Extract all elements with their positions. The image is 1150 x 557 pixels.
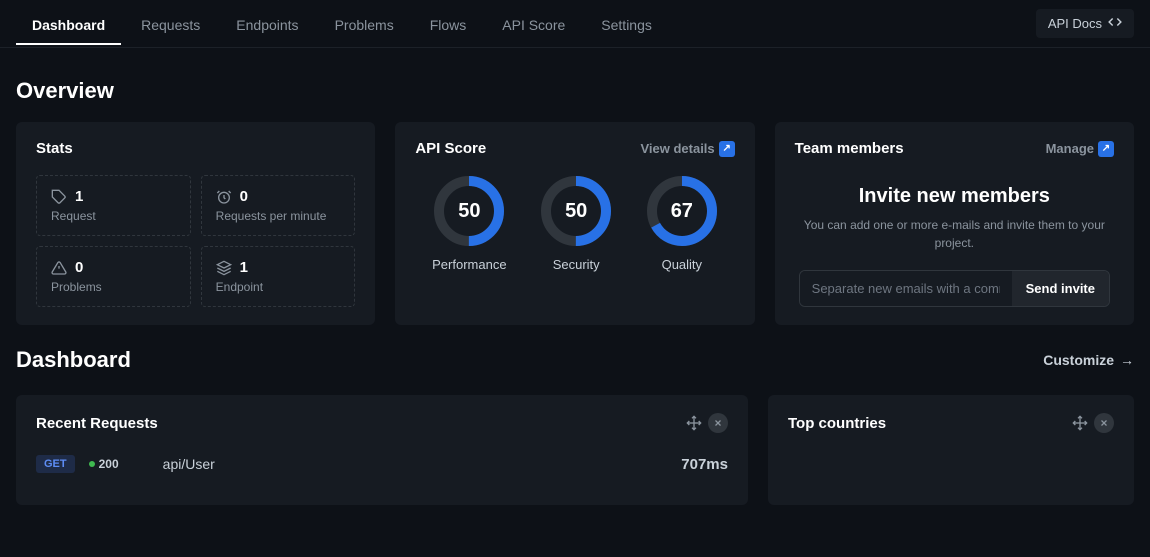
- status-dot-icon: [89, 461, 95, 467]
- score-performance: 50 Performance: [432, 175, 506, 272]
- stat-label: Request: [51, 209, 176, 223]
- manage-link[interactable]: Manage ↗: [1046, 141, 1114, 157]
- invite-email-input[interactable]: [800, 271, 1012, 306]
- arrow-right-icon: →: [1120, 352, 1134, 368]
- nav-tab-problems[interactable]: Problems: [319, 3, 410, 45]
- timer-icon: [216, 189, 232, 205]
- stat-value: 0: [75, 259, 83, 276]
- stat-problems[interactable]: 0 Problems: [36, 246, 191, 307]
- score-security: 50 Security: [540, 175, 612, 272]
- api-score-card: API Score View details ↗ 50 Performance …: [395, 122, 754, 325]
- nav-tab-endpoints[interactable]: Endpoints: [220, 3, 314, 45]
- customize-link[interactable]: Customize →: [1043, 352, 1134, 368]
- method-badge: GET: [36, 455, 75, 473]
- score-value: 67: [646, 175, 718, 247]
- top-countries-widget: Top countries: [768, 395, 1134, 505]
- score-value: 50: [433, 175, 505, 247]
- nav-bar: DashboardRequestsEndpointsProblemsFlowsA…: [0, 0, 1150, 48]
- manage-label: Manage: [1046, 141, 1094, 156]
- score-value: 50: [540, 175, 612, 247]
- request-time: 707ms: [681, 456, 728, 473]
- request-path: api/User: [163, 456, 668, 472]
- api-docs-button[interactable]: API Docs: [1036, 9, 1134, 38]
- stat-request[interactable]: 1 Request: [36, 175, 191, 236]
- view-details-link[interactable]: View details ↗: [640, 141, 734, 157]
- stat-value: 1: [75, 188, 83, 205]
- stat-label: Endpoint: [216, 280, 341, 294]
- top-countries-title: Top countries: [788, 415, 886, 432]
- close-icon[interactable]: [708, 413, 728, 433]
- warning-icon: [51, 260, 67, 276]
- score-quality: 67 Quality: [646, 175, 718, 272]
- close-icon[interactable]: [1094, 413, 1114, 433]
- tag-icon: [51, 189, 67, 205]
- stat-label: Requests per minute: [216, 209, 341, 223]
- stat-requests-per-minute[interactable]: 0 Requests per minute: [201, 175, 356, 236]
- status-badge: 200: [89, 457, 119, 471]
- nav-tabs: DashboardRequestsEndpointsProblemsFlowsA…: [16, 3, 668, 45]
- recent-requests-title: Recent Requests: [36, 415, 158, 432]
- move-icon[interactable]: [686, 415, 702, 431]
- api-score-title: API Score: [415, 140, 486, 157]
- invite-title: Invite new members: [799, 185, 1110, 208]
- stat-value: 1: [240, 259, 248, 276]
- layers-icon: [216, 260, 232, 276]
- score-label: Quality: [662, 257, 702, 272]
- nav-tab-api-score[interactable]: API Score: [486, 3, 581, 45]
- api-docs-label: API Docs: [1048, 16, 1102, 31]
- score-label: Security: [553, 257, 600, 272]
- stats-title: Stats: [36, 140, 73, 157]
- send-invite-button[interactable]: Send invite: [1012, 271, 1109, 306]
- code-icon: [1108, 15, 1122, 32]
- score-label: Performance: [432, 257, 506, 272]
- invite-subtitle: You can add one or more e-mails and invi…: [799, 216, 1110, 252]
- external-link-icon: ↗: [1098, 141, 1114, 157]
- view-details-label: View details: [640, 141, 714, 156]
- customize-label: Customize: [1043, 352, 1114, 368]
- team-title: Team members: [795, 140, 904, 157]
- nav-tab-flows[interactable]: Flows: [414, 3, 483, 45]
- nav-tab-settings[interactable]: Settings: [585, 3, 668, 45]
- recent-requests-widget: Recent Requests GET 200 api/User 707ms: [16, 395, 748, 505]
- move-icon[interactable]: [1072, 415, 1088, 431]
- dashboard-title: Dashboard: [16, 347, 131, 373]
- nav-tab-requests[interactable]: Requests: [125, 3, 216, 45]
- stat-label: Problems: [51, 280, 176, 294]
- team-card: Team members Manage ↗ Invite new members…: [775, 122, 1134, 325]
- external-link-icon: ↗: [719, 141, 735, 157]
- stat-endpoint[interactable]: 1 Endpoint: [201, 246, 356, 307]
- request-row[interactable]: GET 200 api/User 707ms: [36, 455, 728, 473]
- stats-card: Stats 1 Request 0 Requests per minute 0 …: [16, 122, 375, 325]
- overview-title: Overview: [16, 78, 1134, 104]
- stat-value: 0: [240, 188, 248, 205]
- nav-tab-dashboard[interactable]: Dashboard: [16, 3, 121, 45]
